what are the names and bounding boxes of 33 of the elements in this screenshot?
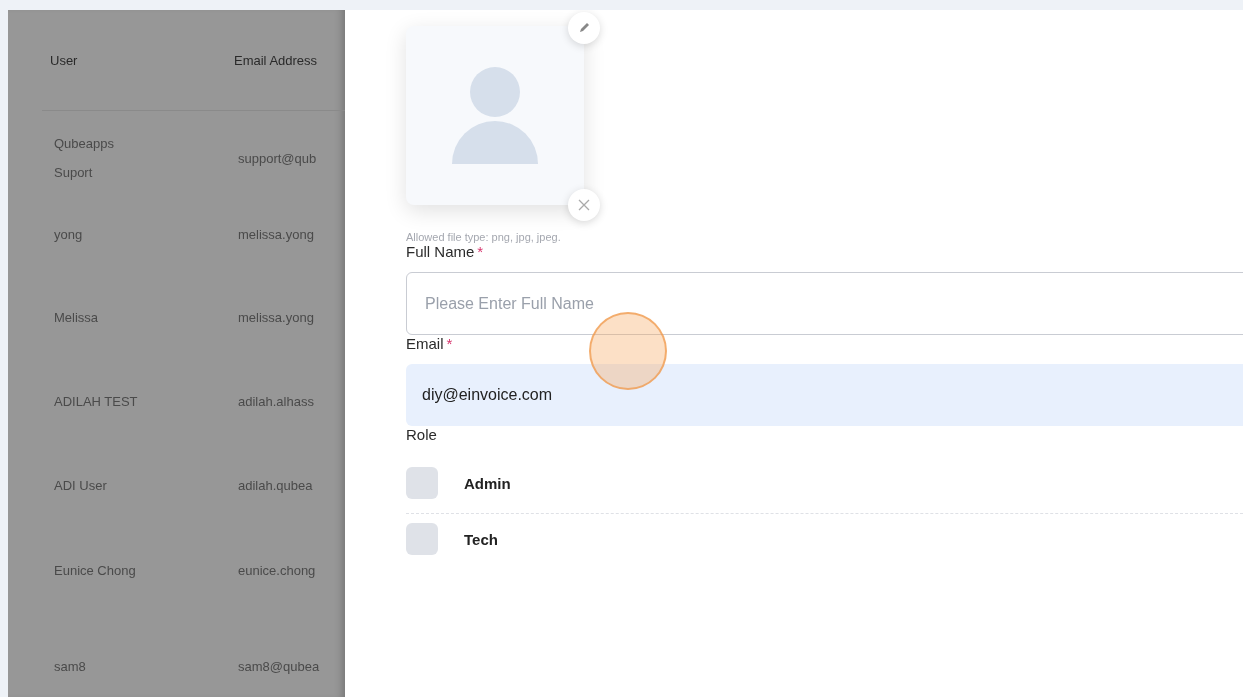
person-icon [452,67,538,164]
column-header: Email Address [233,52,319,68]
file-type-hint: Allowed file type: png, jpg, jpeg. [406,231,562,243]
table-cell-text: eunice.chong [237,561,317,580]
option-label: Admin [464,474,511,492]
table-cell-text: sam8 [53,658,87,676]
edit-button[interactable] [568,12,600,44]
remove-button[interactable] [568,189,600,221]
pencil-icon [578,22,590,34]
table-cell-text: ADILAH TEST [53,392,139,411]
option-label: Tech [464,530,498,548]
table-cell-text: melissa.yong [237,226,315,244]
field-label: Email [406,335,444,352]
close-icon [578,199,590,211]
table-cell-text: sam8@qubea [237,658,321,676]
table-cell-text: Eunice Chong [53,561,137,580]
required-mark: * [477,243,484,260]
checkbox[interactable] [406,523,438,555]
table-cell-text: adilah.alhass [237,392,315,411]
required-mark: * [446,335,453,352]
field-label: Full Name [406,243,475,260]
field-label: Role [406,426,437,443]
table-cell-text: adilah.qubea [237,476,314,495]
full-name-field[interactable]: Please Enter Full Name [406,272,1243,335]
table-cell-text: yong [53,226,84,244]
table-cell-text: melissa.yong [237,309,315,327]
checkbox[interactable] [406,467,438,499]
table-cell-text: Melissa [53,309,100,327]
table-cell-text: support@qub [237,149,318,168]
table-cell-text: Qubeapps Suport [53,135,115,182]
column-header: User [49,52,79,68]
table-cell-text: ADI User [53,476,108,495]
email-field[interactable]: diy@einvoice.com [406,364,1243,426]
